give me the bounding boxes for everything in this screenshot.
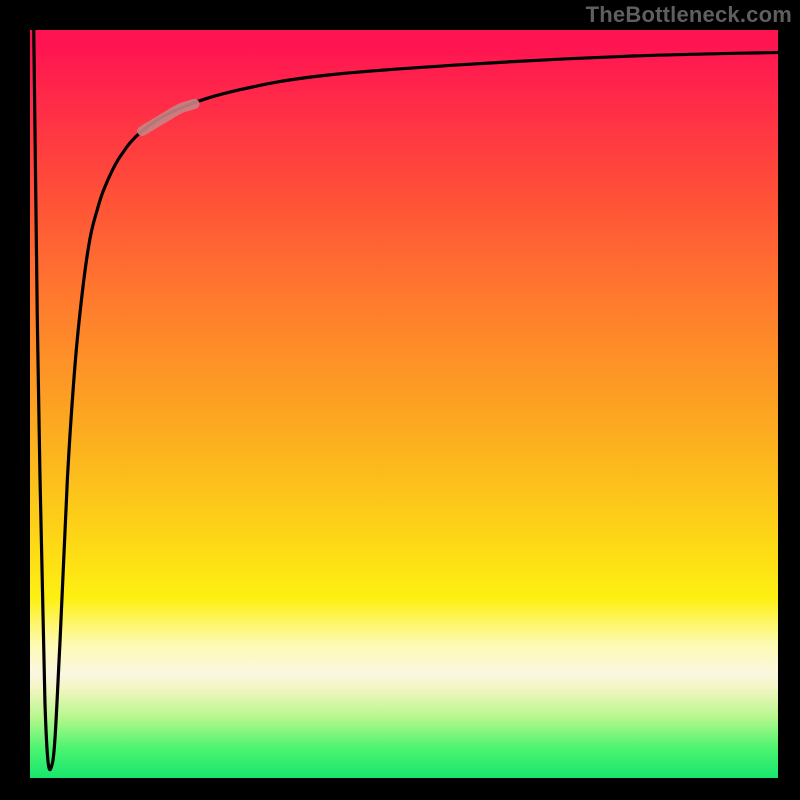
- attribution-label: TheBottleneck.com: [586, 0, 792, 30]
- chart-plot-area: [30, 30, 778, 778]
